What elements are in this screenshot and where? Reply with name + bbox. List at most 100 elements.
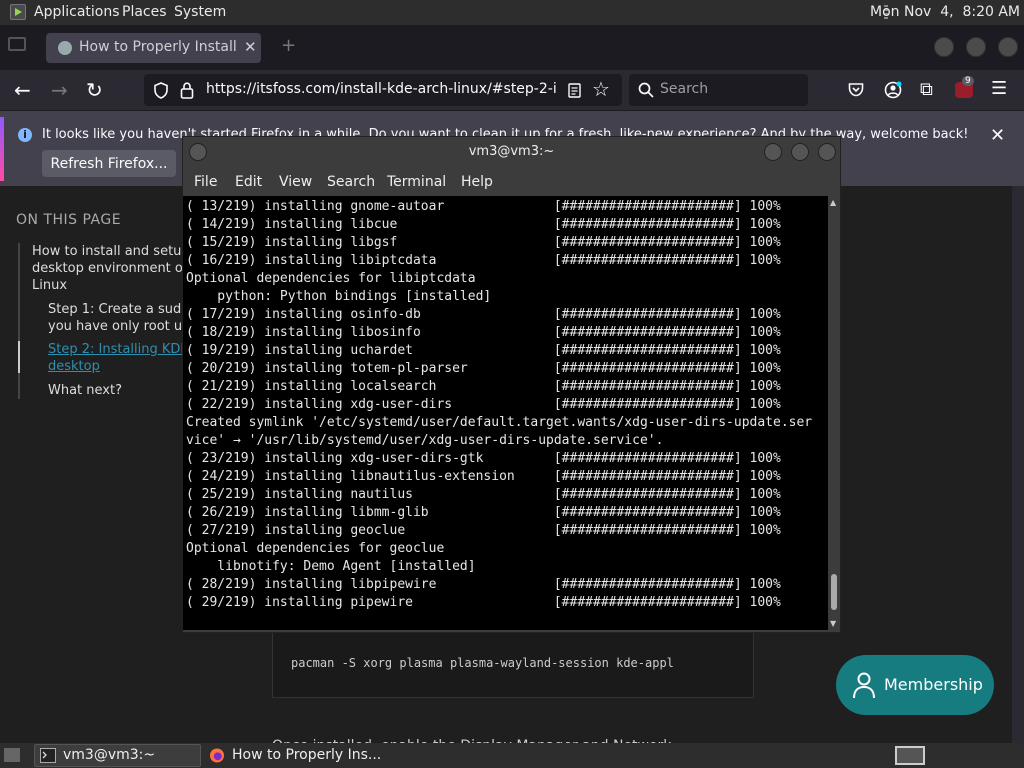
- tab-close-icon[interactable]: ✕: [244, 38, 257, 56]
- terminal-line: ( 16/219) installing libiptcdata [######…: [186, 253, 781, 268]
- toc-item[interactable]: How to install and setup desktop environ…: [32, 243, 182, 294]
- show-desktop-icon[interactable]: [4, 748, 20, 762]
- tab-active[interactable]: How to Properly Install KDE ✕: [46, 33, 261, 63]
- toc-heading: ON THIS PAGE: [16, 212, 122, 228]
- toc-active-marker: [18, 341, 20, 373]
- terminal-line: ( 29/219) installing pipewire [#########…: [186, 595, 781, 610]
- back-icon[interactable]: ←: [14, 78, 31, 102]
- terminal-line: ( 23/219) installing xdg-user-dirs-gtk […: [186, 451, 781, 466]
- menu-places[interactable]: Places: [122, 4, 167, 20]
- terminal-menu-file[interactable]: File: [194, 174, 217, 190]
- close-icon[interactable]: ✕: [990, 125, 1005, 146]
- shield-icon[interactable]: [153, 82, 169, 99]
- terminal-line: ( 26/219) installing libmm-glib [#######…: [186, 505, 781, 520]
- terminal-menubar: File Edit View Search Terminal Help: [183, 167, 840, 196]
- favicon-icon: [58, 41, 72, 55]
- reload-icon[interactable]: ↻: [86, 78, 103, 102]
- notification-accent: [0, 117, 4, 181]
- info-icon: i: [18, 128, 32, 142]
- scroll-thumb[interactable]: [831, 574, 837, 610]
- terminal-line: ( 19/219) installing uchardet [#########…: [186, 343, 781, 358]
- navigation-bar: ← → ↻ https://itsfoss.com/install-kde-ar…: [0, 70, 1024, 110]
- terminal-line: ( 21/219) installing localsearch [######…: [186, 379, 781, 394]
- extension-badge: 9: [962, 76, 974, 86]
- membership-button[interactable]: Membership: [836, 655, 994, 715]
- terminal-menu-edit[interactable]: Edit: [235, 174, 262, 190]
- tab-bar: How to Properly Install KDE ✕ +: [0, 25, 1024, 70]
- toc-item[interactable]: What next?: [48, 382, 122, 399]
- forward-icon[interactable]: →: [51, 78, 68, 102]
- terminal-menu-terminal[interactable]: Terminal: [387, 174, 446, 190]
- terminal-menu-search[interactable]: Search: [327, 174, 375, 190]
- taskbar-item-firefox[interactable]: How to Properly Ins...: [203, 744, 403, 767]
- terminal-line: libnotify: Demo Agent [installed]: [186, 559, 476, 574]
- pocket-icon[interactable]: [848, 82, 864, 97]
- terminal-menu-view[interactable]: View: [279, 174, 312, 190]
- terminal-line: ( 14/219) installing libcue [###########…: [186, 217, 781, 232]
- membership-label: Membership: [884, 675, 983, 694]
- taskbar-label: How to Properly Ins...: [232, 747, 382, 763]
- applications-icon[interactable]: [10, 4, 26, 20]
- terminal-line: python: Python bindings [installed]: [186, 289, 492, 304]
- terminal-window[interactable]: vm3@vm3:~ File Edit View Search Terminal…: [182, 136, 841, 633]
- terminal-scrollbar[interactable]: ▲ ▼: [828, 196, 840, 630]
- workspace-switcher[interactable]: [895, 746, 925, 765]
- top-panel: Applications Places System Mon Nov 4, 8:…: [0, 0, 1024, 25]
- extensions-icon[interactable]: ⧉: [920, 79, 933, 100]
- terminal-line: ( 22/219) installing xdg-user-dirs [####…: [186, 397, 781, 412]
- taskbar: vm3@vm3:~ How to Properly Ins...: [0, 743, 1024, 768]
- maximize-button[interactable]: [966, 37, 986, 57]
- terminal-icon: [40, 748, 56, 763]
- close-window-button[interactable]: [998, 37, 1018, 57]
- toc-item[interactable]: Step 1: Create a sudo you have only root…: [48, 301, 182, 335]
- menu-icon[interactable]: ☰: [991, 78, 1007, 99]
- terminal-line: ( 18/219) installing libosinfo [########…: [186, 325, 781, 340]
- terminal-title: vm3@vm3:~: [468, 144, 555, 159]
- scroll-up-arrow-icon[interactable]: ▲: [830, 198, 836, 207]
- search-bar[interactable]: Search: [629, 74, 808, 106]
- refresh-firefox-button[interactable]: Refresh Firefox...: [42, 150, 176, 177]
- menu-system[interactable]: System: [174, 4, 226, 20]
- terminal-maximize-button[interactable]: [791, 143, 809, 161]
- search-icon: [638, 82, 654, 98]
- lock-icon[interactable]: [180, 82, 194, 99]
- terminal-line: ( 28/219) installing libpipewire [######…: [186, 577, 781, 592]
- list-all-tabs-icon[interactable]: [8, 37, 26, 51]
- account-icon[interactable]: [884, 81, 902, 99]
- terminal-line: ( 13/219) installing gnome-autoar [#####…: [186, 199, 781, 214]
- page-scrollbar[interactable]: [1012, 186, 1024, 743]
- menu-applications[interactable]: Applications: [34, 4, 120, 20]
- terminal-line: Optional dependencies for libiptcdata: [186, 271, 476, 286]
- terminal-line: ( 17/219) installing osinfo-db [########…: [186, 307, 781, 322]
- minimize-button[interactable]: [934, 37, 954, 57]
- toc-line: [18, 243, 20, 399]
- terminal-lines: ( 13/219) installing gnome-autoar [#####…: [186, 198, 812, 612]
- terminal-line: ( 20/219) installing totem-pl-parser [##…: [186, 361, 781, 376]
- code-text: pacman -S xorg plasma plasma-wayland-ses…: [291, 656, 674, 670]
- firefox-icon: [209, 748, 225, 763]
- terminal-menu-help[interactable]: Help: [461, 174, 493, 190]
- search-placeholder: Search: [660, 81, 709, 97]
- terminal-line: vice' → '/usr/lib/systemd/user/xdg-user-…: [186, 433, 664, 448]
- toc-item-active[interactable]: Step 2: Installing KDE desktop: [48, 341, 182, 375]
- bookmark-star-icon[interactable]: ☆: [592, 77, 610, 101]
- url-bar[interactable]: https://itsfoss.com/install-kde-arch-lin…: [144, 74, 622, 106]
- terminal-line: ( 27/219) installing geoclue [##########…: [186, 523, 781, 538]
- tab-title: How to Properly Install KDE: [79, 39, 239, 55]
- reader-view-icon[interactable]: [568, 83, 581, 98]
- taskbar-label: vm3@vm3:~: [63, 747, 156, 763]
- taskbar-item-terminal[interactable]: vm3@vm3:~: [34, 744, 201, 767]
- terminal-close-button[interactable]: [818, 143, 836, 161]
- url-text: https://itsfoss.com/install-kde-arch-lin…: [206, 81, 556, 97]
- new-tab-icon[interactable]: +: [281, 35, 296, 56]
- terminal-line: ( 15/219) installing libgsf [###########…: [186, 235, 781, 250]
- terminal-output[interactable]: ( 13/219) installing gnome-autoar [#####…: [183, 196, 828, 630]
- terminal-line: Optional dependencies for geoclue: [186, 541, 445, 556]
- terminal-minimize-button[interactable]: [764, 143, 782, 161]
- scroll-down-arrow-icon[interactable]: ▼: [830, 619, 836, 628]
- terminal-line: ( 25/219) installing nautilus [#########…: [186, 487, 781, 502]
- terminal-line: ( 24/219) installing libnautilus-extensi…: [186, 469, 781, 484]
- person-icon: [853, 672, 875, 699]
- clock[interactable]: Mon Nov 4, 8:20 AM: [870, 4, 1020, 20]
- terminal-line: Created symlink '/etc/systemd/user/defau…: [186, 415, 813, 430]
